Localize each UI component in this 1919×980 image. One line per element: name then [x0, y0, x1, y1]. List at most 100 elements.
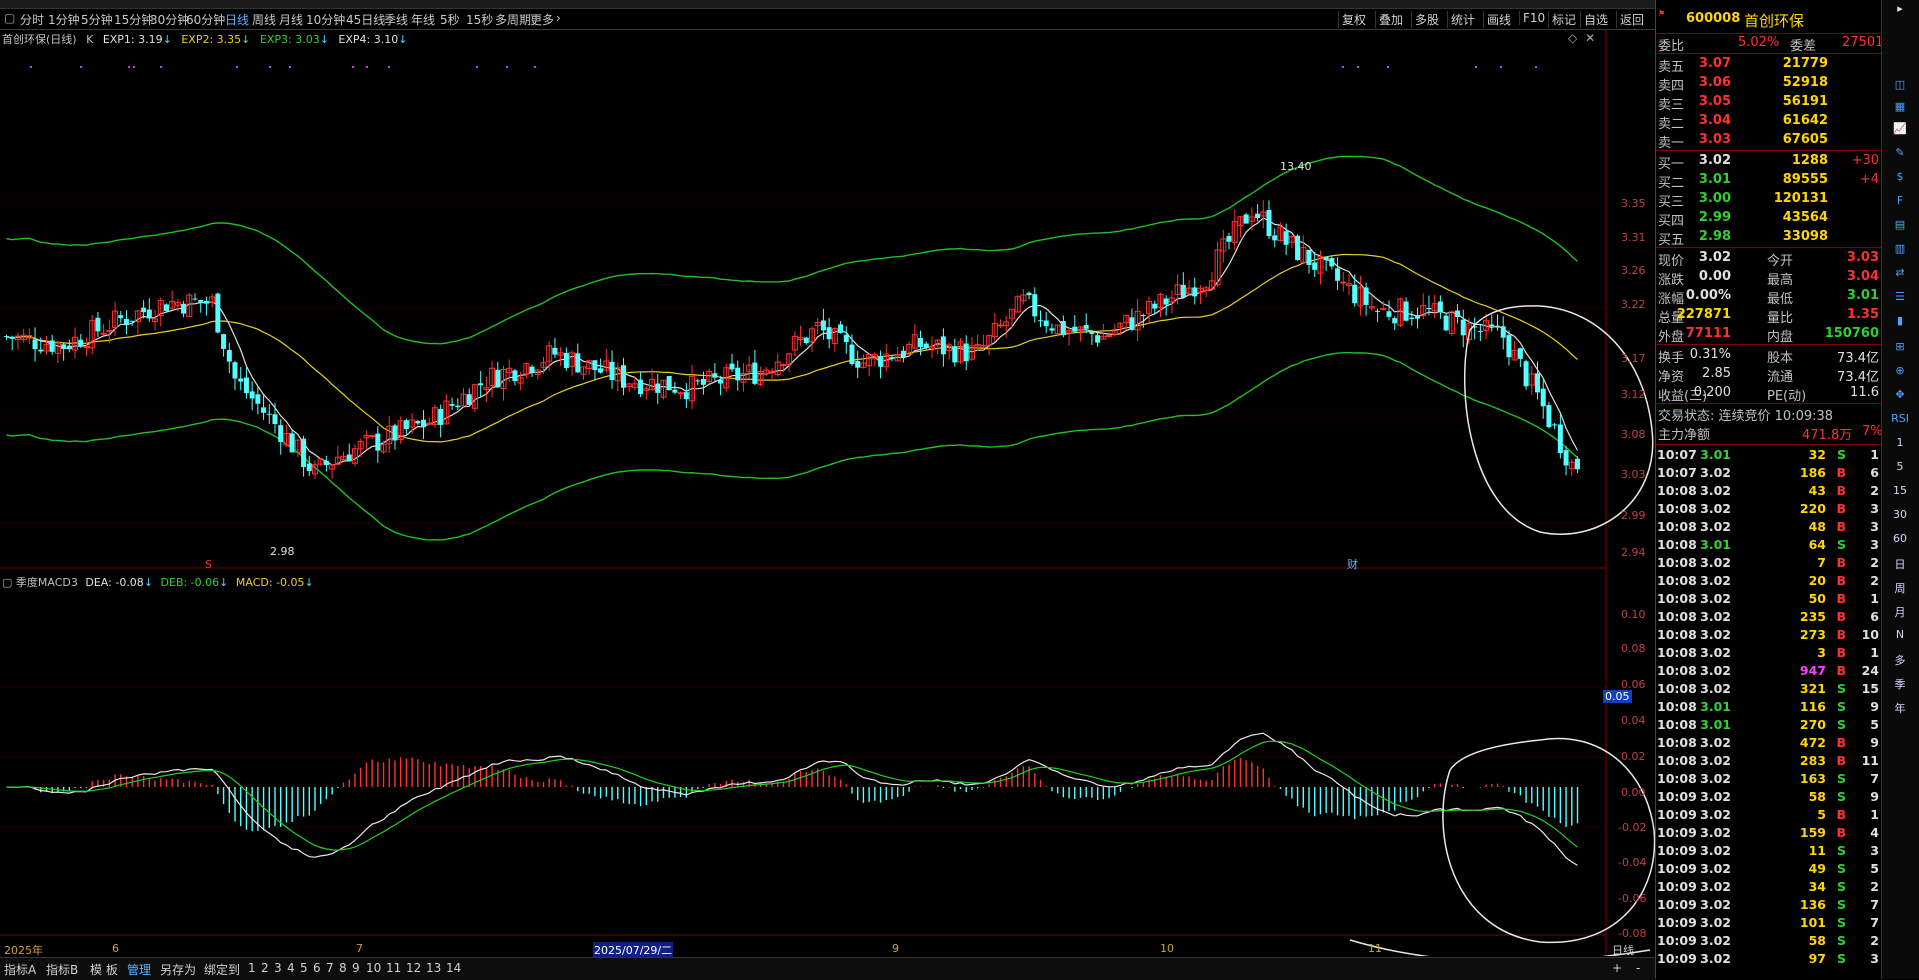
dollar-icon[interactable]: $ — [1885, 170, 1915, 190]
line-chart-icon[interactable]: 📈 — [1885, 122, 1915, 142]
doc-icon[interactable]: ▤ — [1885, 218, 1915, 238]
pencil-icon[interactable]: ✎ — [1885, 146, 1915, 166]
num-tab-7[interactable]: 7 — [326, 961, 334, 975]
ruler-icon[interactable]: ⊞ — [1885, 340, 1915, 360]
list-icon[interactable]: ☰ — [1885, 290, 1915, 310]
candle-body — [1140, 315, 1146, 317]
period-more[interactable]: 更多 — [530, 11, 554, 28]
tool-stats[interactable]: 统计 — [1447, 11, 1478, 28]
tick-time: 10:08 — [1657, 699, 1697, 714]
period-5min[interactable]: 5分钟 — [81, 11, 113, 28]
period-30-button[interactable]: 30 — [1885, 508, 1915, 528]
period-fenshi[interactable]: 分时 — [20, 11, 44, 28]
chart-icon[interactable]: ▥ — [1885, 242, 1915, 262]
candle-body — [1038, 320, 1044, 322]
period-year[interactable]: 年线 — [411, 11, 435, 28]
zoom-in-button[interactable]: + — [1612, 961, 1622, 975]
tick-volume: 116 — [1799, 699, 1826, 714]
grid-icon[interactable]: ▦ — [1885, 100, 1915, 120]
period-1min[interactable]: 1分钟 — [48, 11, 80, 28]
period-week-button[interactable]: 周 — [1885, 580, 1915, 600]
candle-body — [997, 324, 1004, 327]
candle-body — [1283, 231, 1289, 245]
num-tab-2[interactable]: 2 — [261, 961, 269, 975]
num-tab-4[interactable]: 4 — [287, 961, 295, 975]
period-monthly[interactable]: 月线 — [279, 11, 303, 28]
zoom-out-button[interactable]: - — [1636, 961, 1640, 975]
num-tab-11[interactable]: 11 — [386, 961, 401, 975]
candle-body — [1243, 214, 1249, 224]
period-30min[interactable]: 30分钟 — [150, 11, 189, 28]
rsi-button[interactable]: RSI — [1885, 412, 1915, 432]
kline-chart[interactable]: 13.40 2.98 S 财 — [0, 30, 1655, 956]
period-year-button[interactable]: 年 — [1885, 700, 1915, 720]
stat-row: 现价 3.02 今开 3.03 — [1656, 249, 1881, 269]
tool-watchlist[interactable]: 自选 — [1580, 11, 1611, 28]
fundamentals-icon[interactable]: F — [1885, 194, 1915, 214]
num-tab-10[interactable]: 10 — [366, 961, 381, 975]
zoom-icon[interactable]: ⊕ — [1885, 364, 1915, 384]
period-daily[interactable]: 日线 — [225, 11, 249, 28]
tick-volume: 163 — [1799, 771, 1826, 786]
period-multi-button[interactable]: 多 — [1885, 652, 1915, 672]
tab-bind-to[interactable]: 绑定到 — [204, 961, 240, 978]
period-5sec[interactable]: 5秒 — [440, 11, 460, 28]
num-tab-9[interactable]: 9 — [352, 961, 360, 975]
period-45day[interactable]: 45日线 — [346, 11, 385, 28]
collapse-panel-icon[interactable]: ▸ — [1885, 2, 1915, 22]
tool-back[interactable]: 返回 — [1616, 11, 1647, 28]
num-tab-1[interactable]: 1 — [248, 961, 256, 975]
tick-side: B — [1836, 519, 1846, 534]
tick-volume: 97 — [1808, 951, 1826, 966]
num-tab-3[interactable]: 3 — [274, 961, 282, 975]
num-tab-13[interactable]: 13 — [426, 961, 441, 975]
period-15-button[interactable]: 15 — [1885, 484, 1915, 504]
tool-mark[interactable]: 标记 — [1548, 11, 1579, 28]
tool-overlay[interactable]: 叠加 — [1375, 11, 1406, 28]
num-tab-12[interactable]: 12 — [406, 961, 421, 975]
tool-f10[interactable]: F10 — [1519, 11, 1548, 25]
period-15sec[interactable]: 15秒 — [466, 11, 493, 28]
tick-side: S — [1836, 717, 1846, 732]
period-multi[interactable]: 多周期 — [495, 11, 531, 28]
candle-body — [609, 361, 615, 381]
tab-template[interactable]: 模 板 — [90, 961, 118, 978]
tab-save-as[interactable]: 另存为 — [160, 961, 196, 978]
tick-row: 10:08 3.02 220 B 3 — [1656, 500, 1881, 518]
tab-manage[interactable]: 管理 — [127, 961, 151, 978]
tab-indicator-b[interactable]: 指标B — [46, 961, 78, 978]
period-60-button[interactable]: 60 — [1885, 532, 1915, 552]
period-season[interactable]: 季线 — [384, 11, 408, 28]
num-tab-6[interactable]: 6 — [313, 961, 321, 975]
period-day-button[interactable]: 日 — [1885, 556, 1915, 576]
tick-price: 3.02 — [1700, 591, 1731, 606]
period-season-button[interactable]: 季 — [1885, 676, 1915, 696]
main-flow-row: 主力净额 471.8万 7% — [1656, 423, 1883, 443]
pin-icon[interactable]: ◫ — [1885, 78, 1915, 98]
tab-indicator-a[interactable]: 指标A — [4, 961, 36, 978]
num-tab-5[interactable]: 5 — [300, 961, 308, 975]
tick-volume: 159 — [1799, 825, 1826, 840]
bars-icon[interactable]: ▮ — [1885, 314, 1915, 334]
stat-value: 227871 — [1676, 307, 1731, 322]
period-n-button[interactable]: N — [1885, 628, 1915, 648]
period-60min[interactable]: 60分钟 — [186, 11, 225, 28]
num-tab-8[interactable]: 8 — [339, 961, 347, 975]
price-tick: 3.26 — [1621, 264, 1646, 277]
period-1-button[interactable]: 1 — [1885, 436, 1915, 456]
tool-fuquan[interactable]: 复权 — [1338, 11, 1369, 28]
tick-price: 3.02 — [1700, 483, 1731, 498]
period-5-button[interactable]: 5 — [1885, 460, 1915, 480]
macd-value-tag: 0.05 — [1603, 690, 1632, 703]
more-chevron-icon[interactable]: › — [556, 11, 561, 25]
period-weekly[interactable]: 周线 — [252, 11, 276, 28]
num-tab-14[interactable]: 14 — [446, 961, 461, 975]
compare-icon[interactable]: ⇄ — [1885, 266, 1915, 286]
period-15min[interactable]: 15分钟 — [114, 11, 153, 28]
period-10min[interactable]: 10分钟 — [306, 11, 345, 28]
move-icon[interactable]: ✥ — [1885, 388, 1915, 408]
tool-multi-stock[interactable]: 多股 — [1411, 11, 1442, 28]
menu-box-icon[interactable]: ▢ — [4, 11, 15, 25]
tool-draw[interactable]: 画线 — [1483, 11, 1514, 28]
period-month-button[interactable]: 月 — [1885, 604, 1915, 624]
